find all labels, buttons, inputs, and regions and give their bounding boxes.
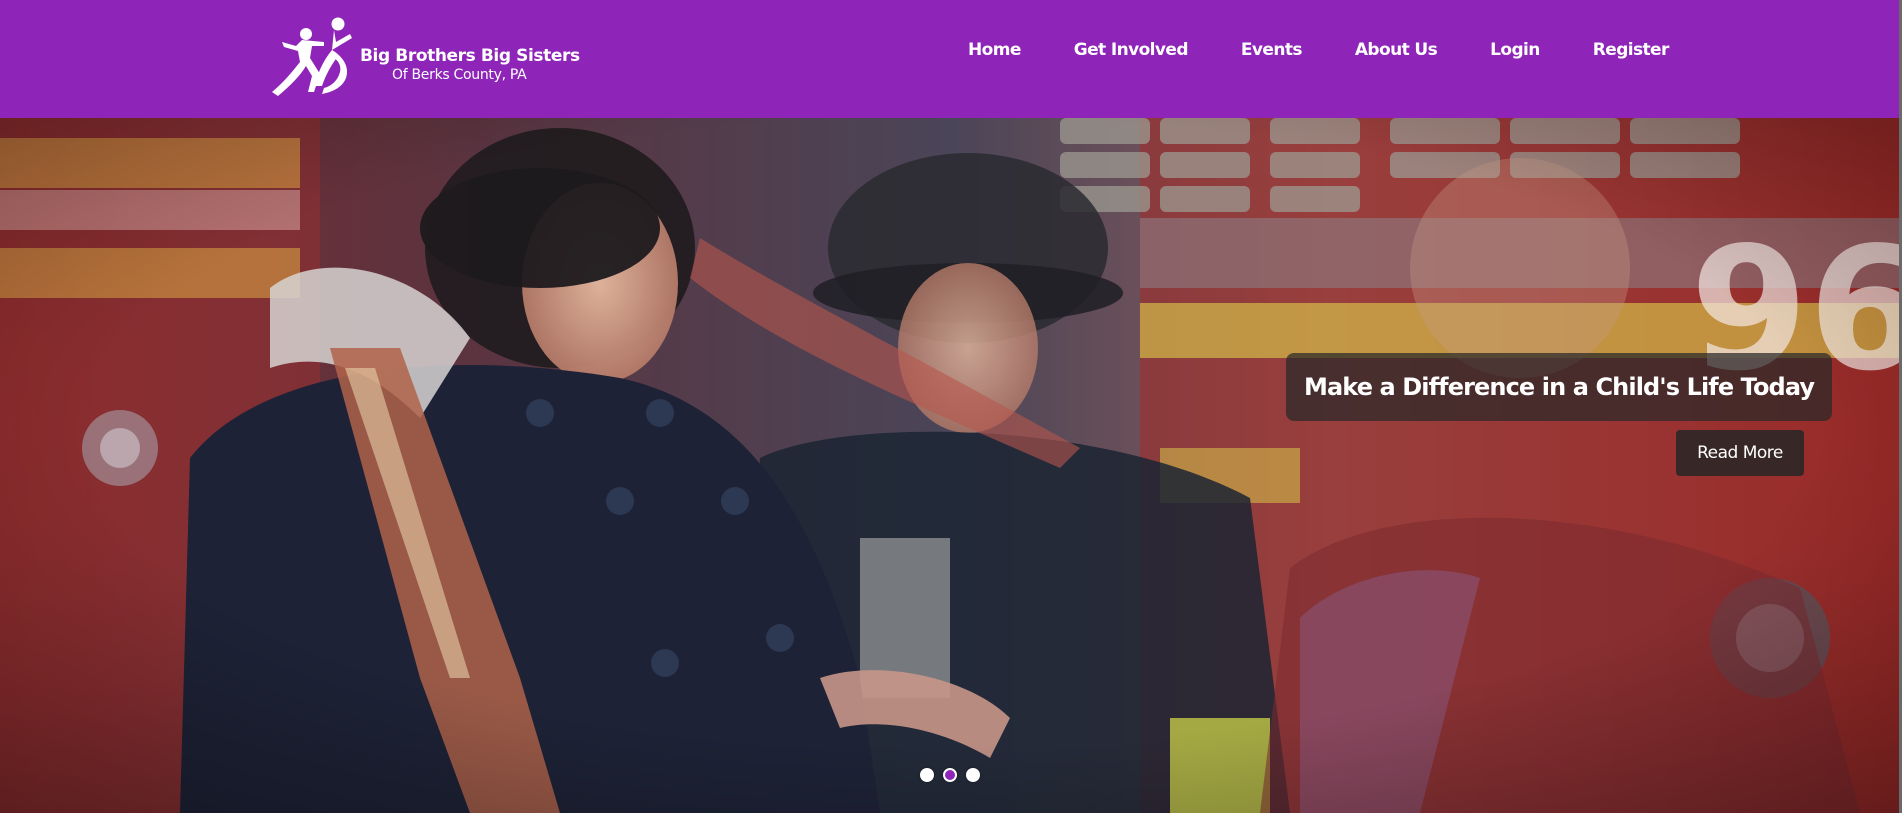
carousel-dot-1[interactable] — [920, 768, 934, 782]
site-logo[interactable]: Big Brothers Big Sisters Of Berks County… — [262, 16, 580, 98]
bbbs-figures-logo-icon — [272, 17, 352, 96]
hero-carousel: 96 — [0, 118, 1902, 813]
site-header: Big Brothers Big Sisters Of Berks County… — [0, 0, 1902, 118]
nav-events[interactable]: Events — [1241, 38, 1303, 62]
read-more-button[interactable]: Read More — [1676, 430, 1804, 476]
logo-subtitle: Of Berks County, PA — [392, 67, 527, 83]
nav-register[interactable]: Register — [1593, 38, 1670, 62]
logo-title: Big Brothers Big Sisters — [360, 46, 580, 66]
page: Big Brothers Big Sisters Of Berks County… — [0, 0, 1902, 813]
carousel-dot-3[interactable] — [966, 768, 980, 782]
hero-caption: Make a Difference in a Child's Life Toda… — [1286, 353, 1833, 421]
nav-home[interactable]: Home — [968, 38, 1021, 62]
nav-about-us[interactable]: About Us — [1355, 38, 1438, 62]
nav-login[interactable]: Login — [1490, 38, 1540, 62]
nav-get-involved[interactable]: Get Involved — [1074, 38, 1189, 62]
carousel-indicators — [920, 768, 980, 782]
hero-background-image: 96 — [0, 118, 1902, 813]
carousel-dot-2[interactable] — [943, 768, 957, 782]
main-nav: Home Get Involved Events About Us Login … — [968, 38, 1669, 62]
